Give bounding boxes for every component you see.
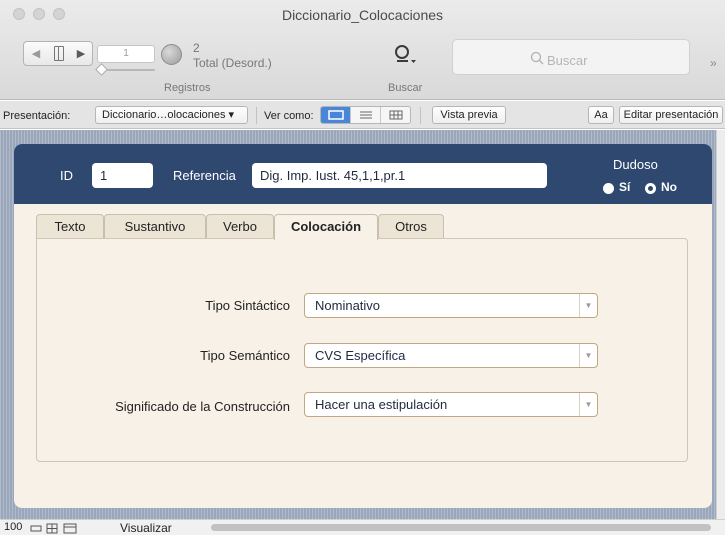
- view-as-label: Ver como:: [264, 110, 314, 122]
- zoom-out-icon: [30, 525, 42, 532]
- vertical-scrollbar[interactable]: [716, 130, 725, 519]
- chevron-down-icon: ▼: [579, 294, 597, 317]
- toolbar-overflow-icon[interactable]: »: [710, 56, 717, 70]
- tab-texto[interactable]: Texto: [36, 214, 104, 239]
- preview-button[interactable]: Vista previa: [432, 106, 506, 124]
- layout-bar: Presentación: Diccionario…olocaciones ▾ …: [0, 101, 725, 129]
- semantic-type-select[interactable]: CVS Específica ▼: [304, 343, 598, 368]
- form-view-button[interactable]: [321, 107, 351, 123]
- table-view-button[interactable]: [381, 107, 410, 123]
- found-set-pie-icon[interactable]: [161, 44, 182, 65]
- window-toolbar: Diccionario_Colocaciones ◀ ▶ 1 2 Total (…: [0, 0, 725, 100]
- syntactic-type-value: Nominativo: [315, 298, 381, 313]
- chevron-down-icon: ▼: [579, 393, 597, 416]
- doubtful-no-label: No: [661, 180, 677, 194]
- find-label: Buscar: [388, 82, 423, 94]
- window-title: Diccionario_Colocaciones: [281, 7, 444, 23]
- find-mode-icon[interactable]: [393, 44, 417, 66]
- doubtful-yes-radio[interactable]: [603, 183, 614, 194]
- reference-label: Referencia: [173, 168, 236, 183]
- edit-layout-button[interactable]: Editar presentación: [619, 106, 723, 124]
- doubtful-no-radio[interactable]: [645, 183, 656, 194]
- found-sort-state: Total (Desord.): [193, 56, 272, 70]
- list-view-icon: [359, 111, 372, 119]
- id-field[interactable]: 1: [92, 163, 153, 188]
- current-record-field[interactable]: 1: [97, 45, 155, 63]
- view-as-segmented: [320, 106, 411, 124]
- reference-field[interactable]: Dig. Imp. Iust. 45,1,1,pr.1: [252, 163, 547, 188]
- tab-otros[interactable]: Otros: [378, 214, 444, 239]
- doubtful-yes-label: Sí: [619, 180, 631, 194]
- chevron-down-icon: ▼: [579, 344, 597, 367]
- layout-select[interactable]: Diccionario…olocaciones ▾: [95, 106, 248, 124]
- formatting-bar-button[interactable]: Aa: [588, 106, 614, 124]
- chevron-right-icon: ▶: [76, 48, 86, 60]
- mode-indicator: Visualizar: [120, 521, 172, 535]
- found-count: 2: [193, 41, 200, 55]
- divider: [420, 107, 421, 124]
- quick-find-placeholder: Buscar: [547, 53, 588, 68]
- search-icon: [530, 51, 544, 65]
- table-view-icon: [389, 110, 402, 120]
- construction-meaning-select[interactable]: Hacer una estipulación ▼: [304, 392, 598, 417]
- semantic-type-value: CVS Específica: [315, 348, 406, 363]
- zoom-controls[interactable]: [30, 523, 90, 534]
- construction-meaning-value: Hacer una estipulación: [315, 397, 448, 412]
- record-slider-thumb[interactable]: [95, 63, 108, 76]
- record-navigation: ◀ ▶: [23, 41, 93, 66]
- zoom-in-icon: [46, 523, 58, 534]
- layout-label: Presentación:: [3, 110, 71, 122]
- list-view-button[interactable]: [351, 107, 381, 123]
- divider: [256, 107, 257, 124]
- syntactic-type-label: Tipo Sintáctico: [205, 298, 290, 313]
- records-label: Registros: [164, 82, 211, 94]
- previous-record-button[interactable]: ◀: [24, 42, 48, 65]
- form-view-icon: [327, 110, 344, 120]
- construction-meaning-label: Significado de la Construcción: [115, 399, 290, 414]
- id-label: ID: [60, 168, 73, 183]
- doubtful-label: Dudoso: [613, 157, 658, 172]
- tab-colocacion[interactable]: Colocación: [274, 214, 378, 240]
- record-book-button[interactable]: [48, 42, 70, 65]
- tab-verbo[interactable]: Verbo: [206, 214, 274, 239]
- syntactic-type-select[interactable]: Nominativo ▼: [304, 293, 598, 318]
- book-icon: [54, 46, 64, 61]
- status-toolbar-icon: [63, 523, 77, 534]
- semantic-type-label: Tipo Semántico: [200, 348, 290, 363]
- next-record-button[interactable]: ▶: [70, 42, 92, 65]
- tab-sustantivo[interactable]: Sustantivo: [104, 214, 206, 239]
- zoom-level[interactable]: 100: [4, 521, 22, 533]
- chevron-left-icon: ◀: [31, 48, 41, 60]
- horizontal-scrollbar[interactable]: [211, 524, 711, 531]
